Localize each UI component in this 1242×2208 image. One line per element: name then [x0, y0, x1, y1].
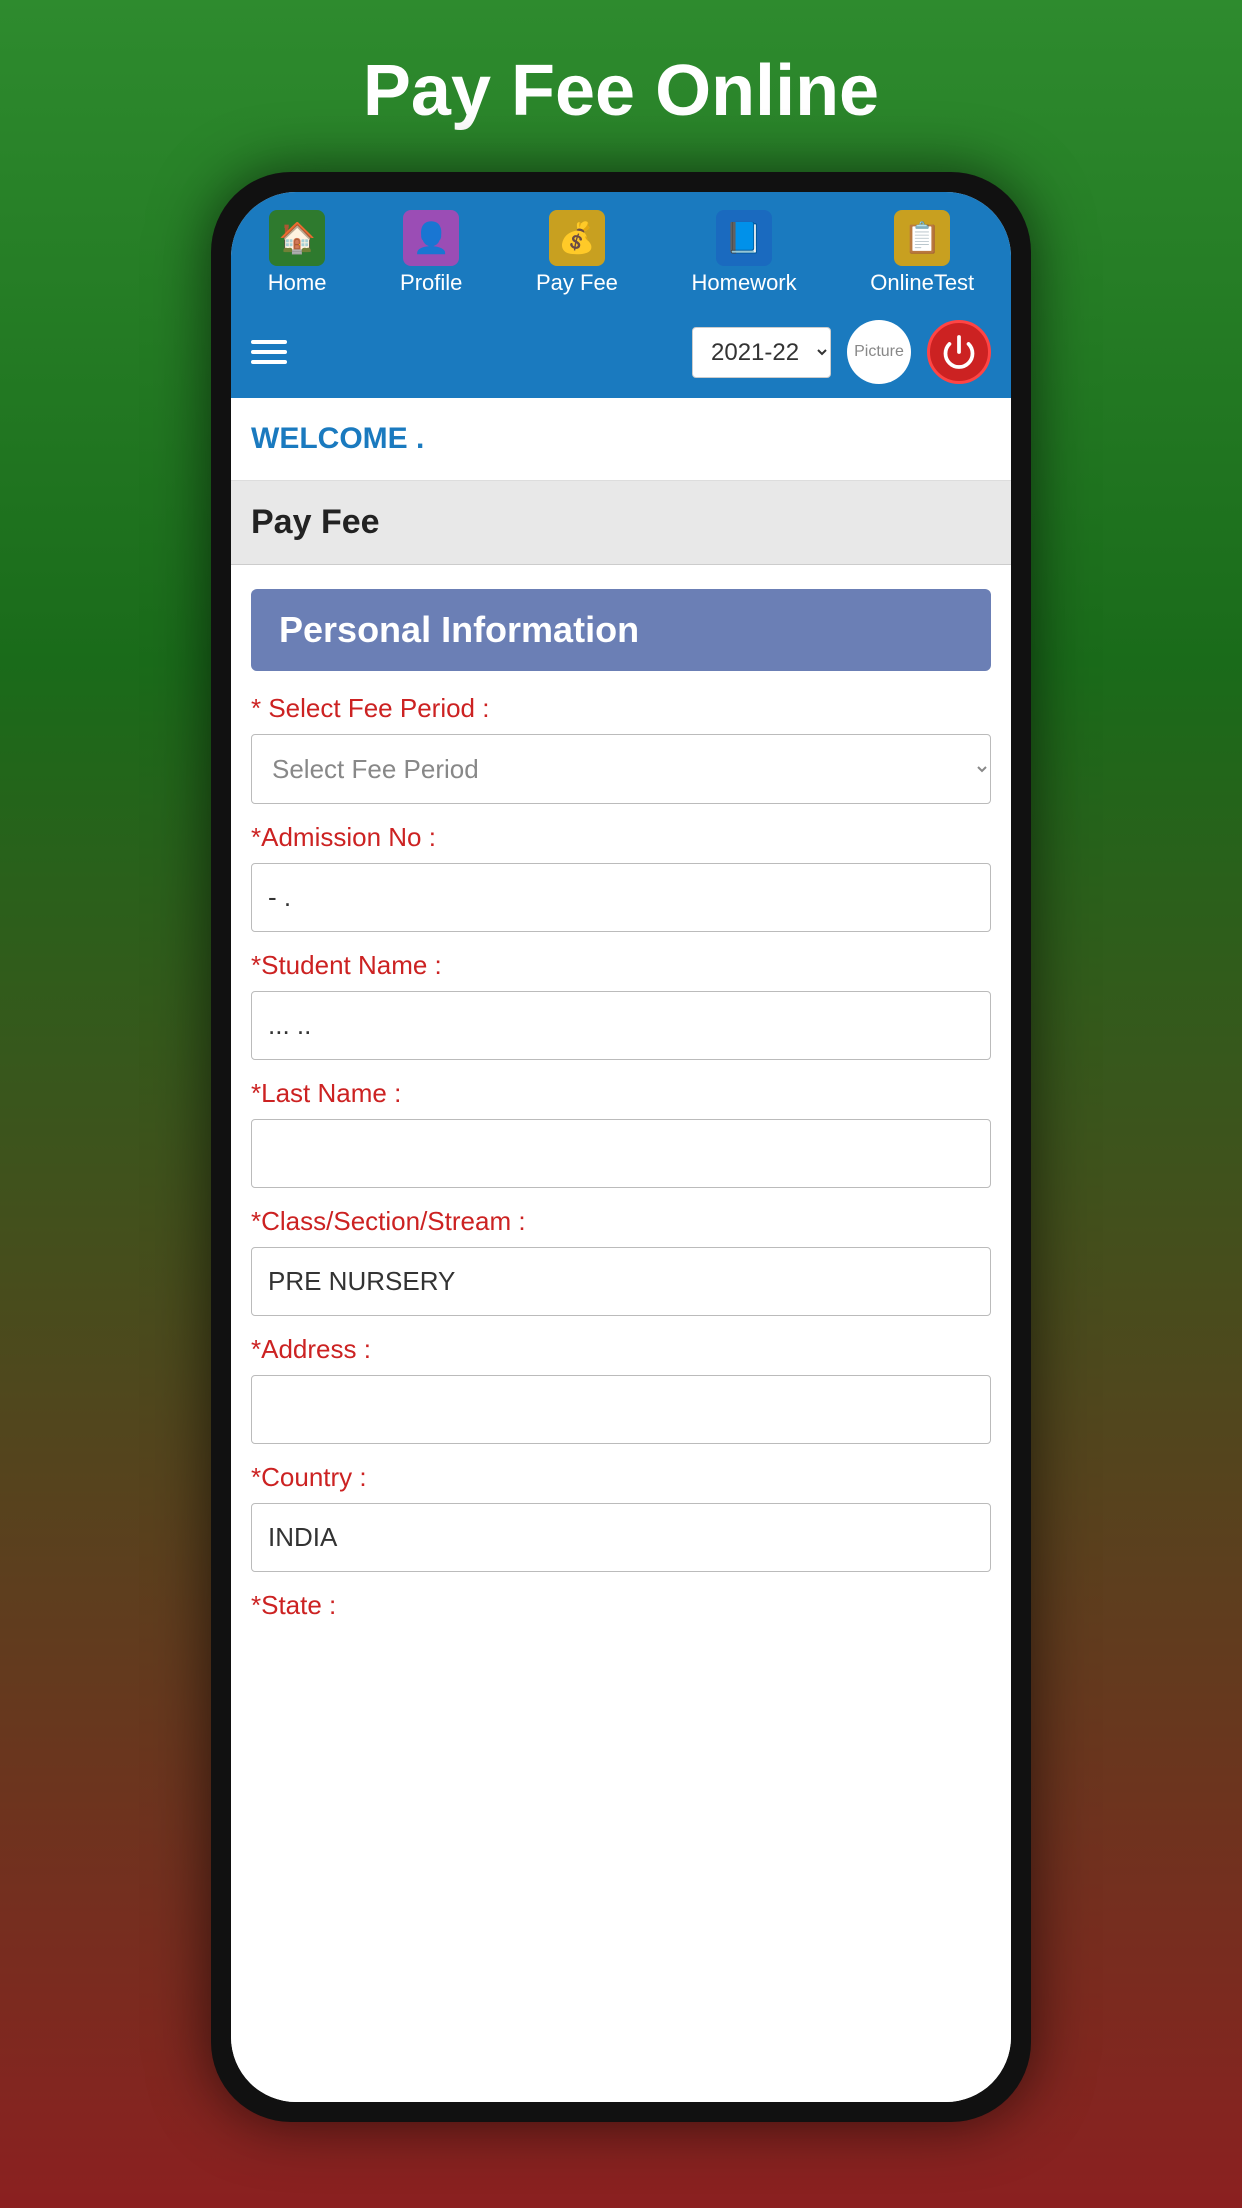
sidebar-item-homework[interactable]: 📘 Homework — [692, 210, 797, 296]
page-title: Pay Fee Online — [0, 0, 1242, 172]
sidebar-item-payfee[interactable]: 💰 Pay Fee — [536, 210, 618, 296]
country-input[interactable] — [251, 1503, 991, 1572]
profile-icon: 👤 — [403, 210, 459, 266]
form-area: Personal Information * Select Fee Period… — [231, 565, 1011, 2102]
select-fee-period-label: * Select Fee Period : — [251, 693, 991, 724]
sidebar-item-profile[interactable]: 👤 Profile — [400, 210, 462, 296]
picture-label: Picture — [854, 343, 904, 361]
hamburger-line-2 — [251, 350, 287, 354]
address-input[interactable] — [251, 1375, 991, 1444]
page-heading-bar: Pay Fee — [231, 481, 1011, 565]
sidebar-item-onlinetest[interactable]: 📋 OnlineTest — [870, 210, 974, 296]
section-header-personal-info: Personal Information — [251, 589, 991, 671]
class-section-input[interactable] — [251, 1247, 991, 1316]
nav-label-onlinetest: OnlineTest — [870, 270, 974, 296]
admission-no-label: *Admission No : — [251, 822, 991, 853]
year-select[interactable]: 2021-22 2020-21 2019-20 — [692, 327, 831, 378]
nav-bar: 🏠 Home 👤 Profile 💰 Pay Fee 📘 Homework 📋 … — [231, 192, 1011, 306]
nav-label-profile: Profile — [400, 270, 462, 296]
onlinetest-icon: 📋 — [894, 210, 950, 266]
hamburger-line-3 — [251, 360, 287, 364]
nav-label-home: Home — [268, 270, 327, 296]
address-label: *Address : — [251, 1334, 991, 1365]
welcome-bar: WELCOME . — [231, 398, 1011, 481]
student-name-label: *Student Name : — [251, 950, 991, 981]
toolbar: 2021-22 2020-21 2019-20 Picture — [231, 306, 1011, 398]
hamburger-line-1 — [251, 340, 287, 344]
select-fee-period-dropdown[interactable]: Select Fee Period — [251, 734, 991, 804]
nav-label-homework: Homework — [692, 270, 797, 296]
hamburger-menu[interactable] — [251, 340, 287, 364]
phone-inner: 🏠 Home 👤 Profile 💰 Pay Fee 📘 Homework 📋 … — [231, 192, 1011, 2102]
student-name-input[interactable] — [251, 991, 991, 1060]
nav-label-payfee: Pay Fee — [536, 270, 618, 296]
select-fee-period-wrapper: Select Fee Period — [251, 734, 991, 804]
sidebar-item-home[interactable]: 🏠 Home — [268, 210, 327, 296]
country-label: *Country : — [251, 1462, 991, 1493]
home-icon: 🏠 — [269, 210, 325, 266]
power-button[interactable] — [927, 320, 991, 384]
picture-button[interactable]: Picture — [847, 320, 911, 384]
payfee-icon: 💰 — [549, 210, 605, 266]
class-section-label: *Class/Section/Stream : — [251, 1206, 991, 1237]
state-label: *State : — [251, 1590, 991, 1621]
admission-no-input[interactable] — [251, 863, 991, 932]
phone-frame: 🏠 Home 👤 Profile 💰 Pay Fee 📘 Homework 📋 … — [211, 172, 1031, 2122]
last-name-input[interactable] — [251, 1119, 991, 1188]
welcome-text: WELCOME . — [251, 422, 424, 455]
homework-icon: 📘 — [716, 210, 772, 266]
last-name-label: *Last Name : — [251, 1078, 991, 1109]
page-heading-text: Pay Fee — [251, 503, 380, 541]
